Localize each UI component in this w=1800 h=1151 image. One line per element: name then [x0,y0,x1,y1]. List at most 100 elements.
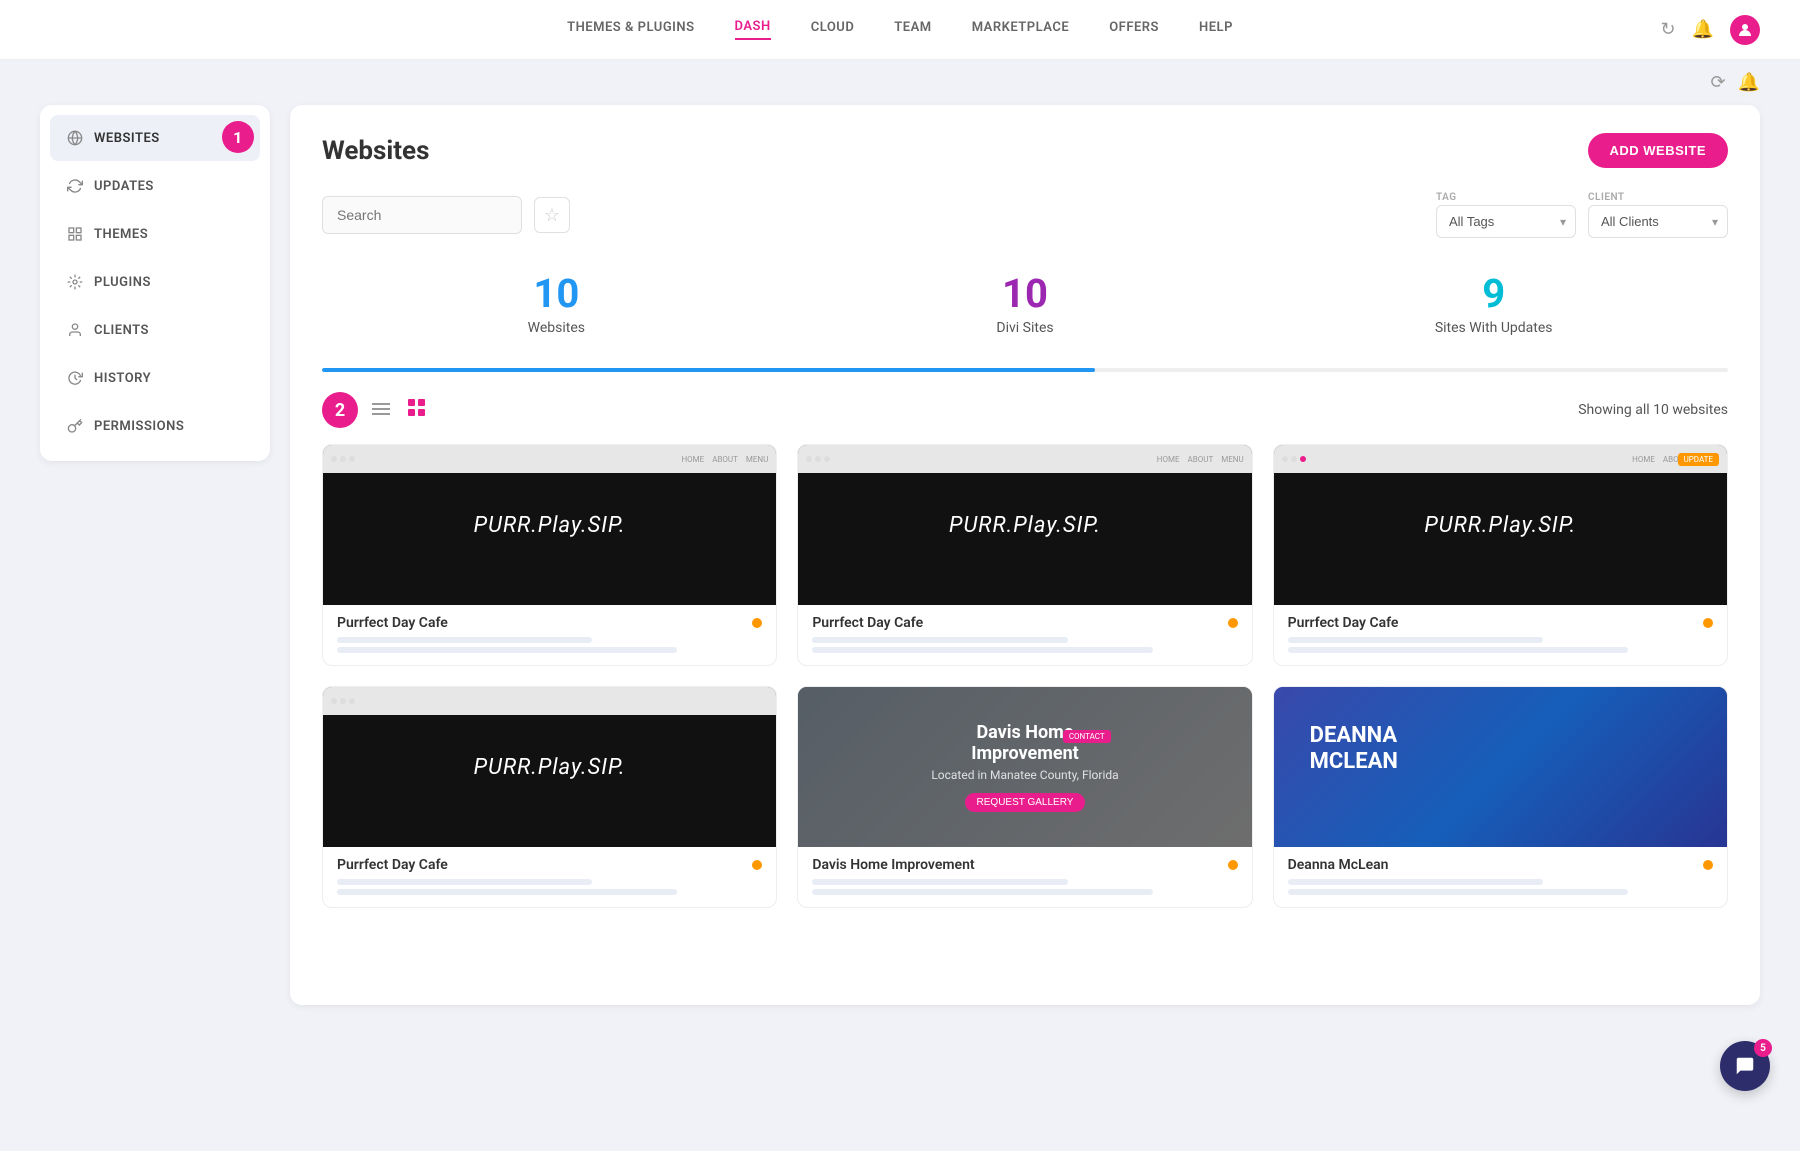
main-layout: WEBSITES 1 UPDATES THEMES [0,105,1800,1045]
contact-badge: CONTACT [1063,730,1111,743]
notification-icon[interactable]: 🔔 [1692,19,1714,40]
dot [1291,456,1297,462]
card-url-bar-2 [812,889,1152,895]
sidebar-permissions-label: PERMISSIONS [94,419,184,434]
dot [331,698,337,704]
nav-dash[interactable]: DASH [735,19,771,40]
sidebar-item-clients[interactable]: CLIENTS [50,307,260,353]
card-top-nav: HOME ABOUT MENU [681,455,768,464]
card-info: Purrfect Day Cafe [798,605,1251,665]
card-thumb-deanna: DEANNAMCLEAN [1274,687,1727,847]
website-card[interactable]: HOME ABOUT MENU PURR.Play.SIP. Purrfect … [322,444,777,666]
nav-themes-plugins[interactable]: THEMES & PLUGINS [567,20,694,39]
website-card[interactable]: HOME ABOUT MENU UPDATE PURR.Play.SIP. Pu… [1273,444,1728,666]
card-info: Purrfect Day Cafe [323,847,776,907]
dot [806,456,812,462]
websites-grid: HOME ABOUT MENU PURR.Play.SIP. Purrfect … [322,444,1728,908]
dot [815,456,821,462]
dot [349,698,355,704]
dot [331,456,337,462]
user-avatar[interactable] [1730,15,1760,45]
permissions-icon [66,417,84,435]
sidebar-item-history[interactable]: HISTORY [50,355,260,401]
card-site-name: Davis Home Improvement [812,857,974,873]
status-dot [752,618,762,628]
sidebar-websites-label: WEBSITES [94,131,160,146]
card-thumbnail: HOME ABOUT MENU UPDATE PURR.Play.SIP. [1274,445,1727,605]
card-top-bar [323,687,776,715]
card-info: Purrfect Day Cafe [1274,605,1727,665]
list-view-button[interactable] [368,397,394,424]
progress-bar-fill [322,368,1095,372]
nav-marketplace[interactable]: MARKETPLACE [972,20,1070,39]
client-label: CLIENT [1588,192,1728,203]
purr-logo-text: PURR.Play.SIP. [1424,513,1576,538]
add-website-button[interactable]: ADD WEBSITE [1588,133,1729,168]
favorites-button[interactable]: ☆ [534,197,570,233]
chat-bubble[interactable]: 5 [1720,1041,1770,1091]
dot [349,456,355,462]
search-input[interactable] [322,196,522,234]
website-card[interactable]: CONTACT Davis HomeImprovement Located in… [797,686,1252,908]
sync-icon[interactable]: ⟳ [1710,72,1725,93]
website-card[interactable]: DEANNAMCLEAN Deanna McLean [1273,686,1728,908]
grid-view-button[interactable] [404,395,430,425]
card-site-name: Deanna McLean [1288,857,1389,873]
client-select[interactable]: All Clients [1588,205,1728,238]
stat-updates: 9 Sites With Updates [1259,262,1728,348]
status-dot [1228,860,1238,870]
grid-controls: 2 [322,392,1728,428]
step-2-badge: 2 [322,392,358,428]
davis-cta-button[interactable]: REQUEST GALLERY [965,793,1086,812]
card-info: Purrfect Day Cafe [323,605,776,665]
website-card[interactable]: HOME ABOUT MENU PURR.Play.SIP. Purrfect … [797,444,1252,666]
card-name-row: Purrfect Day Cafe [337,857,762,873]
card-top-dots [806,456,830,462]
stat-websites: 10 Websites [322,262,791,348]
dot [340,698,346,704]
filters-row: ☆ TAG All Tags CLIENT All Clients [322,192,1728,238]
status-dot [1228,618,1238,628]
sidebar-item-websites[interactable]: WEBSITES 1 [50,115,260,161]
card-url-bar-2 [1288,647,1628,653]
card-url-bar [1288,879,1543,885]
nav-help[interactable]: HELP [1199,20,1233,39]
nav-offers[interactable]: OFFERS [1109,20,1159,39]
card-url-bar [1288,637,1543,643]
stat-updates-label: Sites With Updates [1259,320,1728,336]
card-url-bar-2 [337,889,677,895]
stat-divi-number: 10 [791,274,1260,314]
client-select-wrapper: All Clients [1588,205,1728,238]
toolbar-row: ⟳ 🔔 [0,60,1800,105]
sidebar-item-permissions[interactable]: PERMISSIONS [50,403,260,449]
card-site-name: Purrfect Day Cafe [812,615,923,631]
card-top-dots [331,456,355,462]
stat-divi-label: Divi Sites [791,320,1260,336]
card-name-row: Davis Home Improvement [812,857,1237,873]
website-card[interactable]: PURR.Play.SIP. Purrfect Day Cafe [322,686,777,908]
dot [1282,456,1288,462]
davis-title: Davis HomeImprovement [931,722,1118,764]
card-url-bar [337,637,592,643]
view-toggle-wrapper: 2 [322,392,430,428]
clients-icon [66,321,84,339]
nav-links: THEMES & PLUGINS DASH CLOUD TEAM MARKETP… [567,19,1233,40]
top-navigation: THEMES & PLUGINS DASH CLOUD TEAM MARKETP… [0,0,1800,60]
tag-select[interactable]: All Tags [1436,205,1576,238]
card-url-bar-2 [1288,889,1628,895]
nav-team[interactable]: TEAM [894,20,931,39]
tag-label: TAG [1436,192,1576,203]
status-dot [752,860,762,870]
stat-websites-number: 10 [322,274,791,314]
refresh-icon[interactable]: ↻ [1660,19,1675,40]
card-thumbnail: PURR.Play.SIP. [323,687,776,847]
sidebar-themes-label: THEMES [94,227,148,242]
nav-cloud[interactable]: CLOUD [811,20,855,39]
bell-icon[interactable]: 🔔 [1738,72,1760,93]
update-badge: UPDATE [1678,453,1719,466]
sidebar-item-plugins[interactable]: PLUGINS [50,259,260,305]
sidebar-history-label: HISTORY [94,371,151,386]
card-thumbnail: DEANNAMCLEAN [1274,687,1727,847]
sidebar-item-themes[interactable]: THEMES [50,211,260,257]
sidebar-item-updates[interactable]: UPDATES [50,163,260,209]
